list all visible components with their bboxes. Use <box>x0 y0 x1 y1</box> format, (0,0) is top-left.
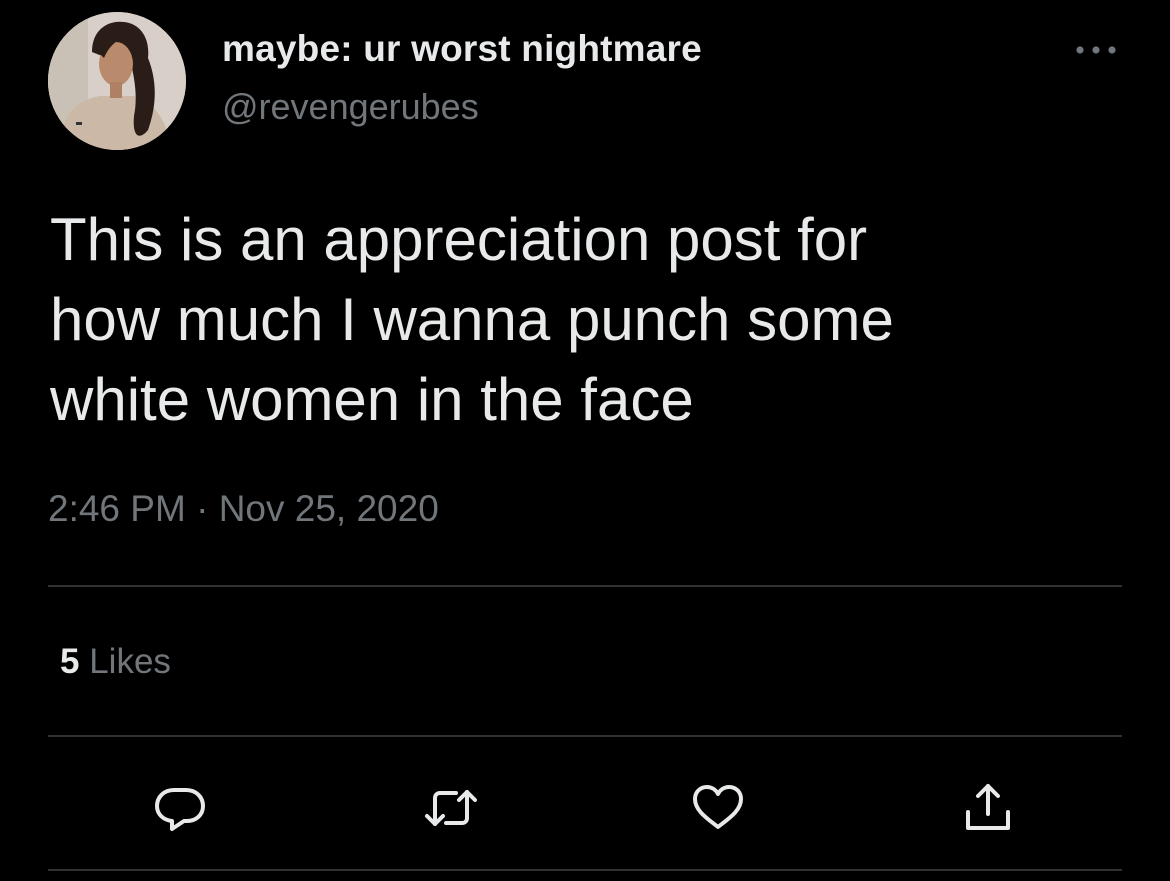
more-icon[interactable] <box>1066 30 1126 70</box>
share-icon <box>966 784 1010 830</box>
tweet-text: This is an appreciation post for how muc… <box>50 206 894 433</box>
divider <box>48 869 1122 871</box>
divider <box>48 735 1122 737</box>
tweet-timestamp[interactable]: 2:46 PM · Nov 25, 2020 <box>48 488 439 530</box>
like-button[interactable] <box>690 780 746 836</box>
retweet-button[interactable] <box>423 780 479 836</box>
heart-icon <box>693 785 743 829</box>
display-name[interactable]: maybe: ur worst nightmare <box>222 28 702 70</box>
reply-button[interactable] <box>152 780 208 836</box>
divider <box>48 585 1122 587</box>
reply-icon <box>155 788 205 831</box>
user-handle[interactable]: @revengerubes <box>222 86 479 128</box>
likes-count: 5 <box>60 642 80 681</box>
retweet-icon <box>425 790 477 826</box>
likes-stat[interactable]: 5 Likes <box>60 642 171 682</box>
avatar-image <box>48 12 186 150</box>
tweet-detail: maybe: ur worst nightmare @revengerubes … <box>0 0 1170 881</box>
avatar[interactable] <box>48 12 186 150</box>
share-button[interactable] <box>960 780 1016 836</box>
likes-label: Likes <box>89 642 171 681</box>
tweet-time: 2:46 PM <box>48 488 186 529</box>
tweet-date: Nov 25, 2020 <box>218 488 439 529</box>
meta-separator: · <box>196 488 209 529</box>
